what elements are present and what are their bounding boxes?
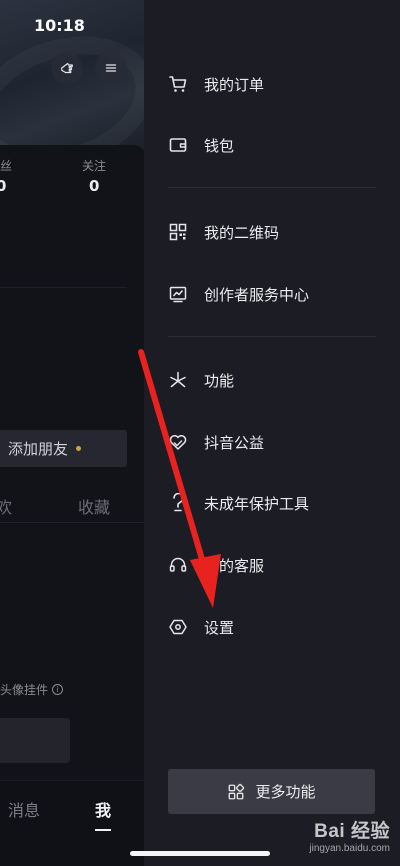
- settings-hexagon-icon: [168, 617, 188, 637]
- cart-icon: [168, 74, 188, 94]
- tab-likes[interactable]: 欢: [0, 494, 12, 518]
- pointing-hand-icon: [61, 62, 73, 74]
- sparkle-icon: [168, 370, 188, 390]
- menu-item-creator-center[interactable]: 创作者服务中心: [168, 274, 378, 314]
- menu-item-qrcode[interactable]: 我的二维码: [168, 212, 378, 252]
- menu-item-label: 我的二维码: [204, 223, 280, 242]
- profile-page-background: 丝 0 关注 0 添加朋友 欢 收藏 头像挂件 i 消息 我: [0, 0, 144, 866]
- hamburger-icon: [105, 64, 117, 72]
- avatar-pendant-label: 头像挂件: [0, 683, 49, 697]
- menu-item-customer-service[interactable]: 我的客服: [168, 545, 378, 585]
- status-time: 10:18: [34, 16, 85, 35]
- watermark-url: jingyan.baidu.com: [309, 843, 390, 854]
- menu-item-label: 钱包: [204, 136, 235, 155]
- heart-hand-icon: [168, 432, 188, 452]
- menu-item-label: 我的客服: [204, 556, 265, 575]
- fans-label: 丝: [0, 159, 13, 173]
- drawer-divider: [168, 336, 376, 337]
- pendant-placeholder: [0, 718, 70, 763]
- active-tab-indicator: [95, 829, 111, 831]
- home-indicator: [130, 851, 270, 856]
- add-friend-button[interactable]: 添加朋友: [0, 430, 127, 467]
- divider: [0, 522, 144, 523]
- nav-messages[interactable]: 消息: [8, 797, 40, 821]
- tab-collect[interactable]: 收藏: [78, 494, 110, 518]
- menu-item-minor-protection[interactable]: 未成年保护工具: [168, 483, 378, 523]
- menu-item-label: 设置: [204, 618, 235, 637]
- menu-item-label: 我的订单: [204, 75, 265, 94]
- menu-button[interactable]: [95, 52, 127, 84]
- menu-item-label: 抖音公益: [204, 433, 265, 452]
- qrcode-icon: [168, 222, 188, 242]
- menu-item-label: 创作者服务中心: [204, 285, 310, 304]
- avatar-pendant[interactable]: 头像挂件 i: [0, 681, 64, 698]
- menu-item-orders[interactable]: 我的订单: [168, 64, 378, 104]
- drawer-divider: [168, 187, 376, 188]
- menu-item-settings[interactable]: 设置: [168, 607, 378, 647]
- headset-icon: [168, 555, 188, 575]
- notification-dot: [76, 446, 82, 451]
- more-features-label: 更多功能: [255, 783, 316, 801]
- grid-icon: [229, 783, 245, 799]
- visitor-button[interactable]: [51, 52, 83, 84]
- more-features-button[interactable]: 更多功能: [168, 769, 375, 814]
- menu-item-label: 未成年保护工具: [204, 494, 310, 513]
- menu-item-label: 功能: [204, 371, 235, 390]
- fans-count[interactable]: 0: [0, 177, 6, 195]
- bottom-nav: 消息 我: [0, 780, 144, 866]
- child-protect-icon: [168, 493, 188, 513]
- following-label: 关注: [82, 159, 107, 173]
- following-count[interactable]: 0: [89, 177, 99, 195]
- menu-item-features[interactable]: 功能: [168, 360, 378, 400]
- info-icon: i: [52, 684, 64, 695]
- side-drawer: 我的订单 钱包 我的二维码 创作者服务中心 功能 抖音公益 未成年保护工具 我的…: [144, 0, 400, 866]
- nav-me[interactable]: 我: [95, 797, 111, 821]
- divider: [0, 287, 127, 288]
- menu-item-wallet[interactable]: 钱包: [168, 125, 378, 165]
- watermark-logo-text: Bai 经验: [314, 821, 390, 842]
- watermark: Bai 经验 jingyan.baidu.com: [309, 816, 390, 854]
- menu-item-charity[interactable]: 抖音公益: [168, 422, 378, 462]
- add-friend-label: 添加朋友: [8, 440, 69, 458]
- chart-icon: [168, 284, 188, 304]
- wallet-icon: [168, 135, 188, 155]
